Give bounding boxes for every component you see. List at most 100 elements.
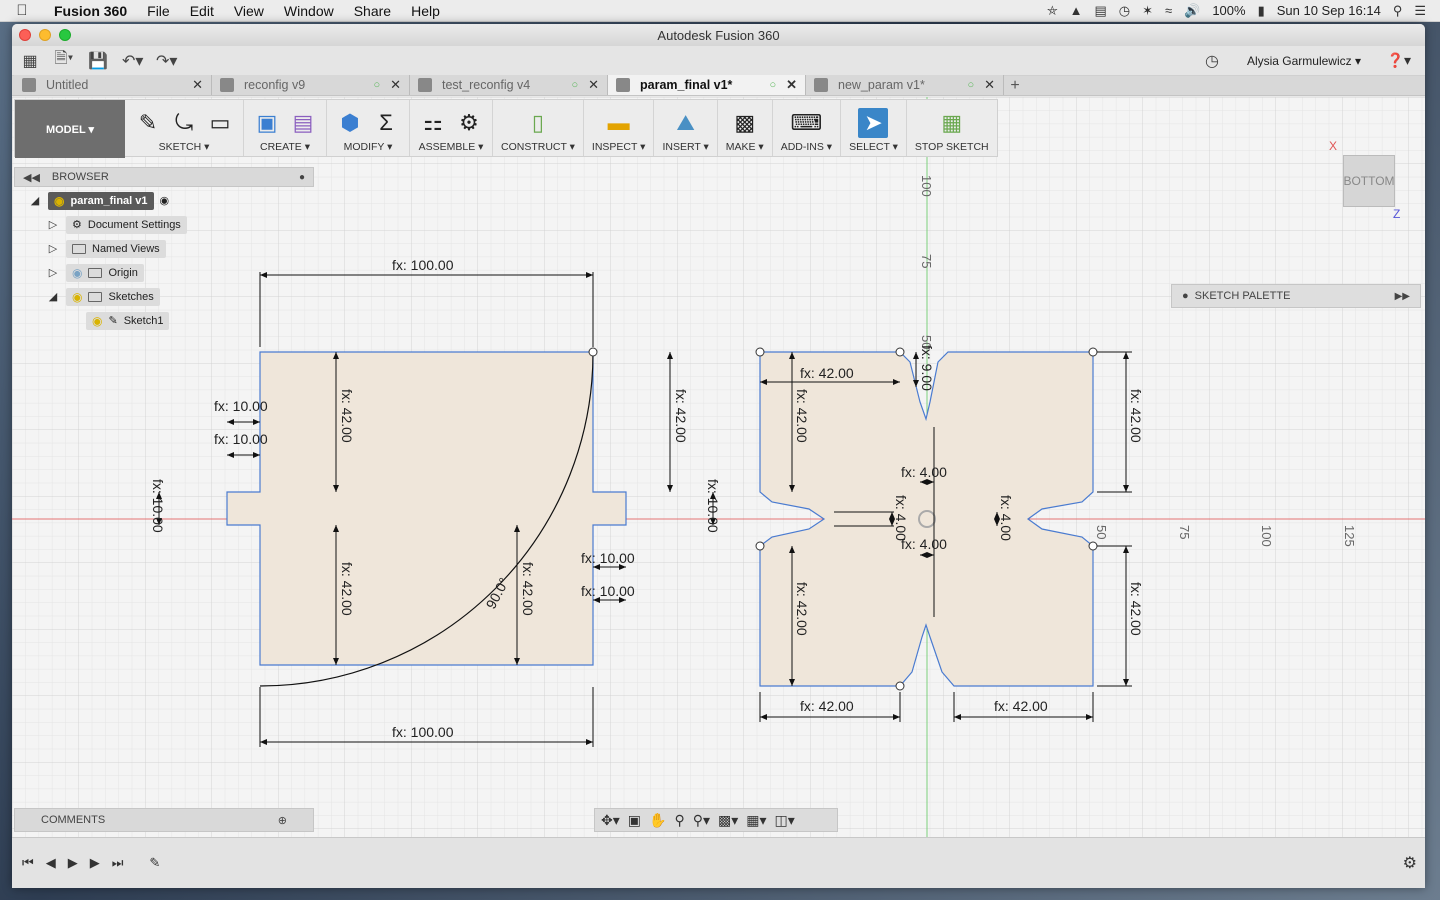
insert-group[interactable]: ⛰ INSERT ▾ xyxy=(654,100,718,156)
dimension-label[interactable]: fx: 10.00 xyxy=(705,479,721,533)
dimension-label[interactable]: fx: 42.00 xyxy=(673,389,689,443)
tree-item-sketch1[interactable]: ◉ ✎ Sketch1 xyxy=(86,311,170,330)
viewports-icon[interactable]: ◫▾ xyxy=(775,812,795,829)
grid-settings-icon[interactable]: ▦▾ xyxy=(746,812,766,829)
joint-icon[interactable]: ⚙ xyxy=(454,108,484,138)
addins-group[interactable]: ⌨ ADD-INS ▾ xyxy=(773,100,842,156)
menu-edit[interactable]: Edit xyxy=(180,3,224,19)
comments-panel[interactable]: COMMENTS ⊕ xyxy=(14,808,314,832)
visibility-bulb-icon[interactable]: ◉ xyxy=(72,266,82,280)
modify-group[interactable]: ⬢ Σ MODIFY ▾ xyxy=(327,100,410,156)
measure-icon[interactable]: ▬ xyxy=(604,108,634,138)
dimension-label[interactable]: fx: 10.00 xyxy=(214,431,268,447)
activate-radio-icon[interactable]: ◉ xyxy=(160,194,170,207)
help-icon[interactable]: ❓▾ xyxy=(1387,52,1411,69)
assemble-group[interactable]: ⚏ ⚙ ASSEMBLE ▾ xyxy=(410,100,493,156)
display-settings-icon[interactable]: ▩▾ xyxy=(718,812,738,829)
bank-icon[interactable]: ⛤ xyxy=(1047,3,1057,19)
canvas-workspace[interactable]: 100 75 50 25 25 50 75 100 125 xyxy=(12,97,1425,837)
expand-triangle-icon[interactable]: ▷ xyxy=(46,242,60,255)
inspect-group[interactable]: ▬ INSPECT ▾ xyxy=(584,100,655,156)
close-window-button[interactable] xyxy=(19,29,31,41)
dimension-label[interactable]: fx: 42.00 xyxy=(794,389,810,443)
new-tab-plus-icon[interactable]: + xyxy=(1004,77,1026,95)
workspace-switcher[interactable]: MODEL ▾ xyxy=(15,100,125,158)
view-cube[interactable]: X BOTTOM Z xyxy=(1329,137,1400,221)
visibility-bulb-icon[interactable]: ◉ xyxy=(72,290,82,304)
go-to-end-icon[interactable]: ⏭ xyxy=(112,855,124,871)
close-tab-icon[interactable]: ✕ xyxy=(588,77,599,93)
minimize-window-button[interactable] xyxy=(39,29,51,41)
close-tab-icon[interactable]: ✕ xyxy=(192,77,203,93)
tree-item-document-settings[interactable]: ▷ ⚙ Document Settings xyxy=(46,215,187,234)
scripts-addins-icon[interactable]: ⌨ xyxy=(791,108,823,138)
create-group[interactable]: ▣ ▤ CREATE ▾ xyxy=(244,100,327,156)
tab-test-reconfig[interactable]: test_reconfig v4 ○ ✕ xyxy=(410,75,608,95)
palette-toggle-icon[interactable]: ● xyxy=(1182,290,1189,302)
3d-print-icon[interactable]: ▩ xyxy=(730,108,760,138)
stop-sketch-icon[interactable]: ▦ xyxy=(937,108,967,138)
apple-menu-icon[interactable]:  xyxy=(0,2,44,19)
dimension-label[interactable]: fx: 42.00 xyxy=(794,582,810,636)
spotlight-icon[interactable]: ⚲ xyxy=(1393,3,1403,19)
expand-palette-icon[interactable]: ▶▶ xyxy=(1395,291,1410,302)
sketch-palette[interactable]: ● SKETCH PALETTE ▶▶ xyxy=(1171,284,1421,308)
data-panel-grid-icon[interactable]: ▦ xyxy=(20,51,40,71)
step-forward-icon[interactable]: ▶ xyxy=(90,855,100,871)
undo-icon[interactable]: ↶▾ xyxy=(122,51,143,71)
dimension-label[interactable]: fx: 42.00 xyxy=(994,698,1048,714)
menu-share[interactable]: Share xyxy=(344,3,401,19)
timeline-settings-gear-icon[interactable]: ⚙ xyxy=(1403,853,1417,873)
dimension-label[interactable]: fx: 10.00 xyxy=(150,479,166,533)
sketch-canvas[interactable]: 100 75 50 25 25 50 75 100 125 xyxy=(12,97,1425,837)
time-machine-icon[interactable]: ◷ xyxy=(1119,3,1130,19)
view-cube-face[interactable]: BOTTOM xyxy=(1343,155,1395,207)
expand-triangle-icon[interactable]: ▷ xyxy=(46,266,60,279)
timeline-sketch-feature-icon[interactable]: ✎ xyxy=(149,855,160,871)
create-sketch-icon[interactable]: ✎ xyxy=(133,108,163,138)
close-tab-icon[interactable]: ✕ xyxy=(390,77,401,93)
select-group[interactable]: ➤ SELECT ▾ xyxy=(841,100,907,156)
stop-sketch-group[interactable]: ▦ STOP SKETCH xyxy=(907,100,997,156)
dimension-label[interactable]: fx: 4.00 xyxy=(893,495,909,541)
visibility-bulb-icon[interactable]: ◉ xyxy=(54,194,64,208)
dimension-label[interactable]: fx: 4.00 xyxy=(901,464,947,480)
select-cursor-icon[interactable]: ➤ xyxy=(858,108,889,138)
tab-reconfig[interactable]: reconfig v9 ○ ✕ xyxy=(212,75,410,95)
new-component-icon[interactable]: ⚏ xyxy=(418,108,448,138)
insert-image-icon[interactable]: ⛰ xyxy=(671,108,701,138)
dimension-label[interactable]: fx: 42.00 xyxy=(1128,582,1144,636)
bluetooth-icon[interactable]: ✶ xyxy=(1142,3,1153,19)
dimension-label[interactable]: fx: 10.00 xyxy=(214,398,268,414)
volume-icon[interactable]: 🔊 xyxy=(1184,3,1200,19)
dimension-label[interactable]: fx: 4.00 xyxy=(998,495,1014,541)
dimension-label[interactable]: fx: 42.00 xyxy=(339,562,355,616)
rectangle-icon[interactable]: ▭ xyxy=(205,108,235,138)
dimension-label[interactable]: fx: 42.00 xyxy=(520,562,536,616)
sigma-parameters-icon[interactable]: Σ xyxy=(371,108,401,138)
dimension-label[interactable]: fx: 42.00 xyxy=(1128,389,1144,443)
notification-center-icon[interactable]: ☰ xyxy=(1414,3,1426,19)
tree-item-named-views[interactable]: ▷ Named Views xyxy=(46,239,166,258)
wifi-icon[interactable]: ≈ xyxy=(1165,3,1172,18)
step-back-icon[interactable]: ◀ xyxy=(46,855,56,871)
triangle-icon[interactable]: ▲ xyxy=(1070,3,1083,18)
dimension-label[interactable]: fx: 10.00 xyxy=(581,583,635,599)
extrude-icon[interactable]: ▣ xyxy=(252,108,282,138)
visibility-bulb-icon[interactable]: ◉ xyxy=(92,314,102,328)
dimension-label[interactable]: fx: 42.00 xyxy=(800,698,854,714)
user-account-menu[interactable]: Alysia Garmulewicz ▾ xyxy=(1247,54,1361,68)
tree-item-sketches[interactable]: ◢ ◉ Sketches xyxy=(46,287,160,306)
dimension-label[interactable]: fx: 10.00 xyxy=(581,550,635,566)
pan-hand-icon[interactable]: ✋ xyxy=(649,812,666,829)
collapse-triangle-icon[interactable]: ◢ xyxy=(28,194,42,207)
dimension-label[interactable]: fx: 42.00 xyxy=(339,389,355,443)
play-icon[interactable]: ▶ xyxy=(68,855,78,871)
job-status-clock-icon[interactable]: ◷ xyxy=(1205,51,1219,71)
collapse-panel-icon[interactable]: ◀◀ xyxy=(23,171,40,184)
tree-root[interactable]: ◢ ◉ param_final v1 ◉ xyxy=(28,191,169,210)
sketch-group[interactable]: ✎ ⤿ ▭ SKETCH ▾ xyxy=(125,100,244,156)
menu-file[interactable]: File xyxy=(137,3,180,19)
tab-param-final[interactable]: param_final v1* ○ ✕ xyxy=(608,75,806,95)
file-menu-icon[interactable]: 🗎▾ xyxy=(54,47,74,74)
